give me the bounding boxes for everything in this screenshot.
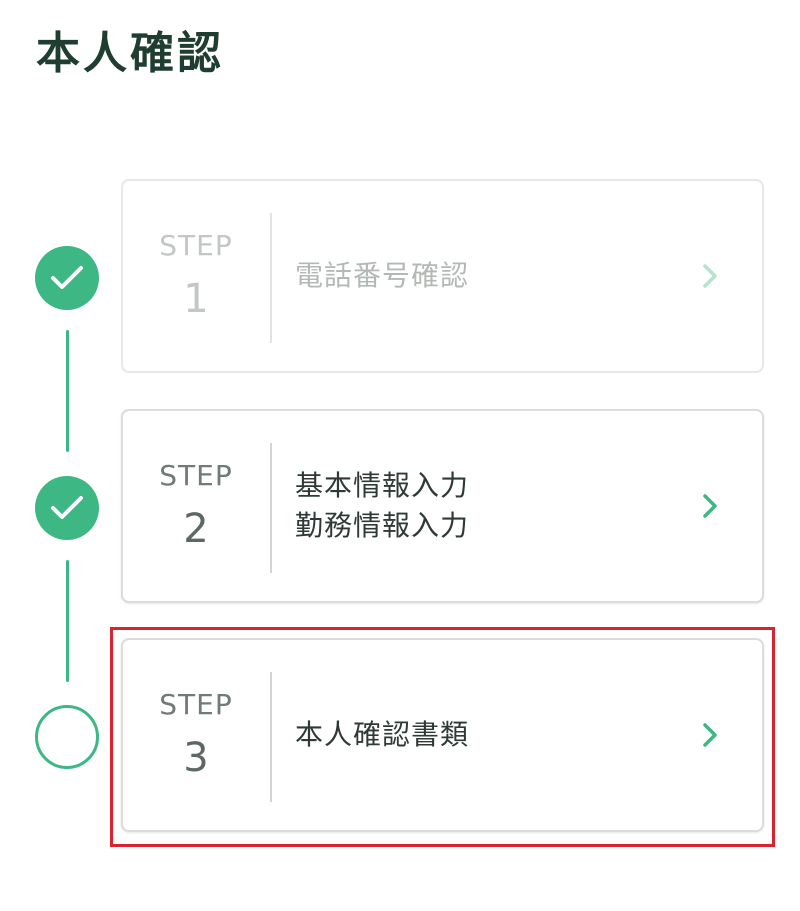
step-2-number-block: STEP 2 <box>123 411 269 601</box>
step-3-label-block: 本人確認書類 <box>295 640 469 830</box>
chevron-right-icon <box>703 723 717 747</box>
progress-connector-1-2 <box>66 330 69 452</box>
step-1-card[interactable]: STEP 1 電話番号確認 <box>121 179 764 373</box>
step-2-number: 2 <box>183 505 209 552</box>
chevron-right-icon <box>703 264 717 288</box>
step-1-number-block: STEP 1 <box>123 181 269 371</box>
step-1-number: 1 <box>183 275 209 322</box>
step-1-divider <box>270 213 272 343</box>
step-3-label: 本人確認書類 <box>295 718 470 751</box>
step-3-number-block: STEP 3 <box>123 640 269 830</box>
step-2-status-check-icon <box>35 476 99 540</box>
step-3-card[interactable]: STEP 3 本人確認書類 <box>121 638 764 832</box>
step-2-label-line-1: 基本情報入力 <box>295 469 470 502</box>
step-1-label-block: 電話番号確認 <box>295 181 469 371</box>
step-3-word: STEP <box>159 688 233 722</box>
step-2-word: STEP <box>159 459 233 493</box>
page-title: 本人確認 <box>36 28 224 79</box>
step-1-status-check-icon <box>35 246 99 310</box>
progress-connector-2-3 <box>66 560 69 682</box>
step-1-label: 電話番号確認 <box>295 259 470 292</box>
step-3-number: 3 <box>183 734 209 781</box>
check-icon <box>51 496 83 519</box>
step-3-divider <box>270 672 272 802</box>
step-2-card[interactable]: STEP 2 基本情報入力 勤務情報入力 <box>121 409 764 603</box>
identity-verification-page: 本人確認 STEP 1 電話番号確認 STEP 2 基本情報入力 勤務情報入力 … <box>0 0 800 911</box>
check-icon <box>51 266 83 289</box>
step-1-word: STEP <box>159 229 233 263</box>
step-3-status-empty-circle-icon <box>35 705 99 769</box>
step-2-label-block: 基本情報入力 勤務情報入力 <box>295 411 469 601</box>
step-2-label-line-2: 勤務情報入力 <box>295 509 470 542</box>
chevron-right-icon <box>703 494 717 518</box>
step-2-divider <box>270 443 272 573</box>
